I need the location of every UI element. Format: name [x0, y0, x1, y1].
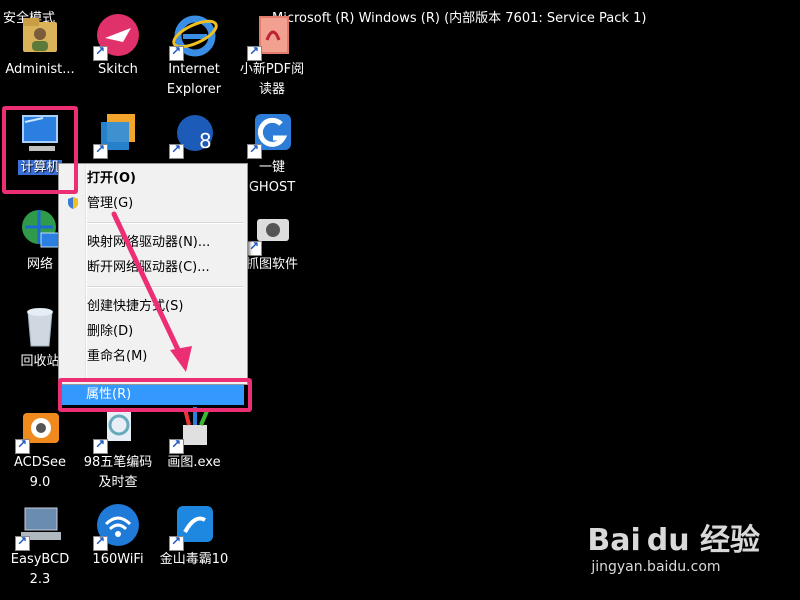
- annotation-arrow: [111, 211, 192, 372]
- baidu-jingyan-watermark: Bai du 经验 jingyan.baidu.com: [587, 515, 760, 575]
- watermark-url: jingyan.baidu.com: [591, 559, 721, 575]
- watermark-brand: Bai du 经验: [587, 523, 760, 558]
